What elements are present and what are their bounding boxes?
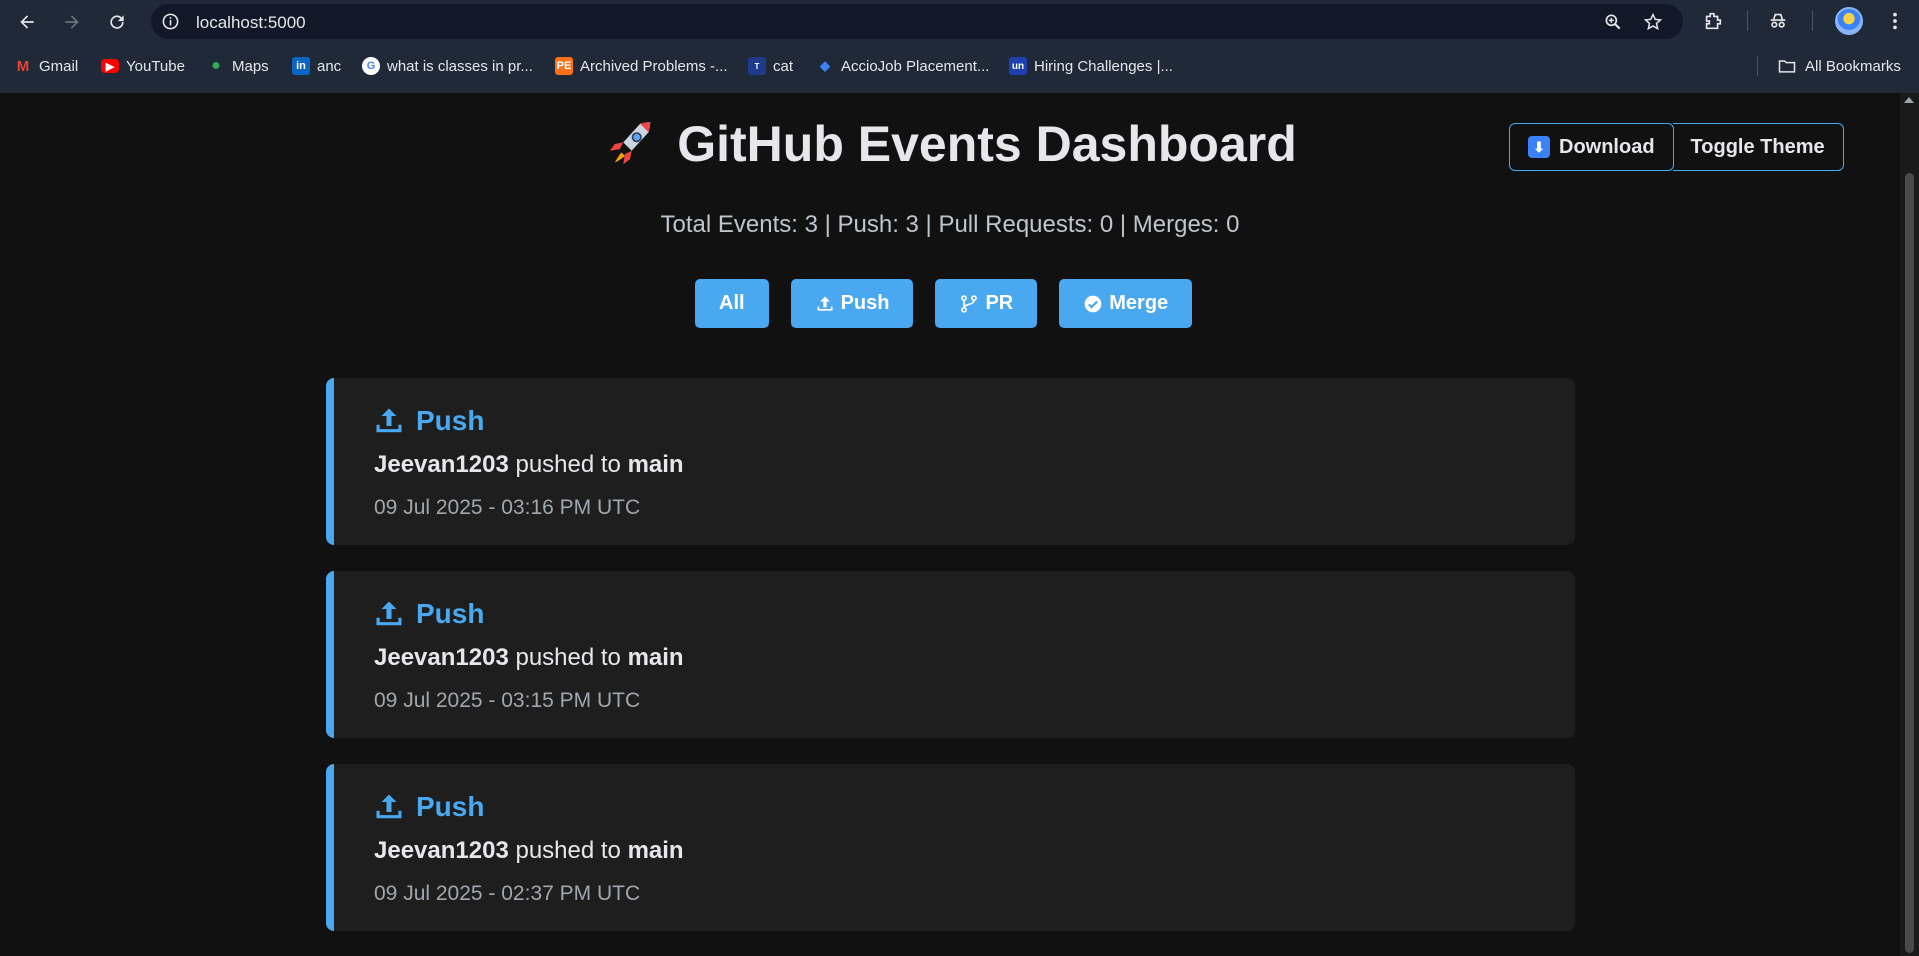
- filter-push-button[interactable]: Push: [790, 279, 914, 328]
- event-description: Jeevan1203 pushed to main: [374, 451, 684, 478]
- menu-icon[interactable]: [1883, 9, 1907, 33]
- incognito-icon[interactable]: [1766, 9, 1790, 33]
- zoom-icon[interactable]: [1603, 12, 1623, 32]
- bookmark-acciojob[interactable]: ◆ AccioJob Placement...: [816, 56, 989, 76]
- scrollbar-thumb[interactable]: [1905, 173, 1914, 953]
- event-description: Jeevan1203 pushed to main: [374, 644, 684, 671]
- bookmark-google-search[interactable]: G what is classes in pr...: [362, 56, 533, 76]
- upload-icon: [376, 794, 402, 819]
- reload-button[interactable]: [101, 6, 133, 38]
- event-type: Push: [374, 791, 484, 823]
- folder-icon: [1778, 60, 1796, 73]
- download-icon: ⬇: [1528, 136, 1550, 158]
- bookmark-archived-problems[interactable]: PE Archived Problems -...: [555, 56, 728, 76]
- toggle-theme-button[interactable]: Toggle Theme: [1672, 123, 1844, 171]
- event-branch: main: [627, 451, 684, 478]
- upload-icon: [376, 601, 402, 626]
- event-author: Jeevan1203: [374, 837, 509, 864]
- browser-toolbar: localhost:5000: [0, 0, 1919, 43]
- filter-bar: All Push PR Merge: [695, 279, 1193, 328]
- event-branch: main: [627, 837, 684, 864]
- url-text[interactable]: localhost:5000: [196, 13, 306, 33]
- tata-icon: T: [748, 57, 766, 75]
- page-scrollbar[interactable]: [1900, 93, 1919, 956]
- acciojob-icon: ◆: [820, 58, 830, 73]
- event-author: Jeevan1203: [374, 451, 509, 478]
- bookmarks-bar: M Gmail ▶ YouTube ● Maps in anc G what i…: [0, 49, 1919, 83]
- event-timestamp: 09 Jul 2025 - 02:37 PM UTC: [374, 882, 641, 905]
- event-card: Push Jeevan1203 pushed to main 09 Jul 20…: [326, 764, 1575, 931]
- info-icon[interactable]: [161, 12, 180, 31]
- event-timestamp: 09 Jul 2025 - 03:16 PM UTC: [374, 496, 641, 519]
- event-list: Push Jeevan1203 pushed to main 09 Jul 20…: [326, 378, 1575, 956]
- event-card: Push Jeevan1203 pushed to main 09 Jul 20…: [326, 571, 1575, 738]
- browser-chrome: localhost:5000 M Gmail ▶ YouTube ● Maps: [0, 0, 1919, 93]
- google-icon: G: [362, 57, 380, 75]
- filter-merge-button[interactable]: Merge: [1059, 279, 1193, 328]
- unstop-icon: un: [1009, 57, 1027, 75]
- linkedin-icon: in: [292, 57, 310, 75]
- extensions-icon[interactable]: [1701, 9, 1725, 33]
- rocket-icon: [609, 122, 651, 165]
- toolbar-divider: [1812, 11, 1813, 31]
- profile-avatar[interactable]: [1835, 7, 1863, 35]
- event-author: Jeevan1203: [374, 644, 509, 671]
- header-actions: ⬇ Download Toggle Theme: [1509, 123, 1844, 171]
- filter-all-button[interactable]: All: [695, 279, 769, 328]
- bookmarks-divider: [1757, 56, 1758, 76]
- filter-pr-button[interactable]: PR: [935, 279, 1038, 328]
- gmail-icon: M: [16, 57, 30, 75]
- toolbar-divider: [1747, 11, 1748, 31]
- upload-icon: [817, 296, 833, 311]
- bookmark-hiring-challenges[interactable]: un Hiring Challenges |...: [1009, 56, 1173, 76]
- forward-button[interactable]: [56, 6, 88, 38]
- check-circle-icon: [1084, 295, 1102, 312]
- reload-icon: [110, 15, 124, 29]
- arrow-right-icon: [65, 15, 79, 29]
- youtube-icon: ▶: [101, 59, 119, 73]
- dashboard-page: GitHub Events Dashboard ⬇ Download Toggl…: [0, 93, 1900, 956]
- event-type: Push: [374, 598, 484, 630]
- bookmark-cat[interactable]: T cat: [748, 56, 793, 76]
- bookmark-gmail[interactable]: M Gmail: [14, 56, 78, 76]
- title-text: GitHub Events Dashboard: [677, 116, 1297, 172]
- address-bar[interactable]: localhost:5000: [151, 4, 1683, 39]
- bookmark-maps[interactable]: ● Maps: [207, 56, 269, 76]
- event-description: Jeevan1203 pushed to main: [374, 837, 684, 864]
- maps-icon: ●: [211, 57, 221, 74]
- projecteuler-icon: PE: [555, 57, 573, 75]
- event-timestamp: 09 Jul 2025 - 03:15 PM UTC: [374, 689, 641, 712]
- bookmark-youtube[interactable]: ▶ YouTube: [101, 56, 185, 76]
- event-branch: main: [627, 644, 684, 671]
- all-bookmarks-button[interactable]: All Bookmarks: [1777, 56, 1901, 76]
- event-type: Push: [374, 405, 484, 437]
- upload-icon: [376, 408, 402, 433]
- scroll-up-icon[interactable]: [1904, 97, 1914, 103]
- arrow-left-icon: [20, 15, 34, 29]
- star-icon[interactable]: [1643, 12, 1663, 32]
- event-summary: Total Events: 3 | Push: 3 | Pull Request…: [660, 211, 1240, 238]
- download-button[interactable]: ⬇ Download: [1509, 123, 1674, 171]
- back-button[interactable]: [11, 6, 43, 38]
- branch-icon: [961, 294, 978, 313]
- bookmark-anc[interactable]: in anc: [292, 56, 341, 76]
- event-card: Push Jeevan1203 pushed to main 09 Jul 20…: [326, 378, 1575, 545]
